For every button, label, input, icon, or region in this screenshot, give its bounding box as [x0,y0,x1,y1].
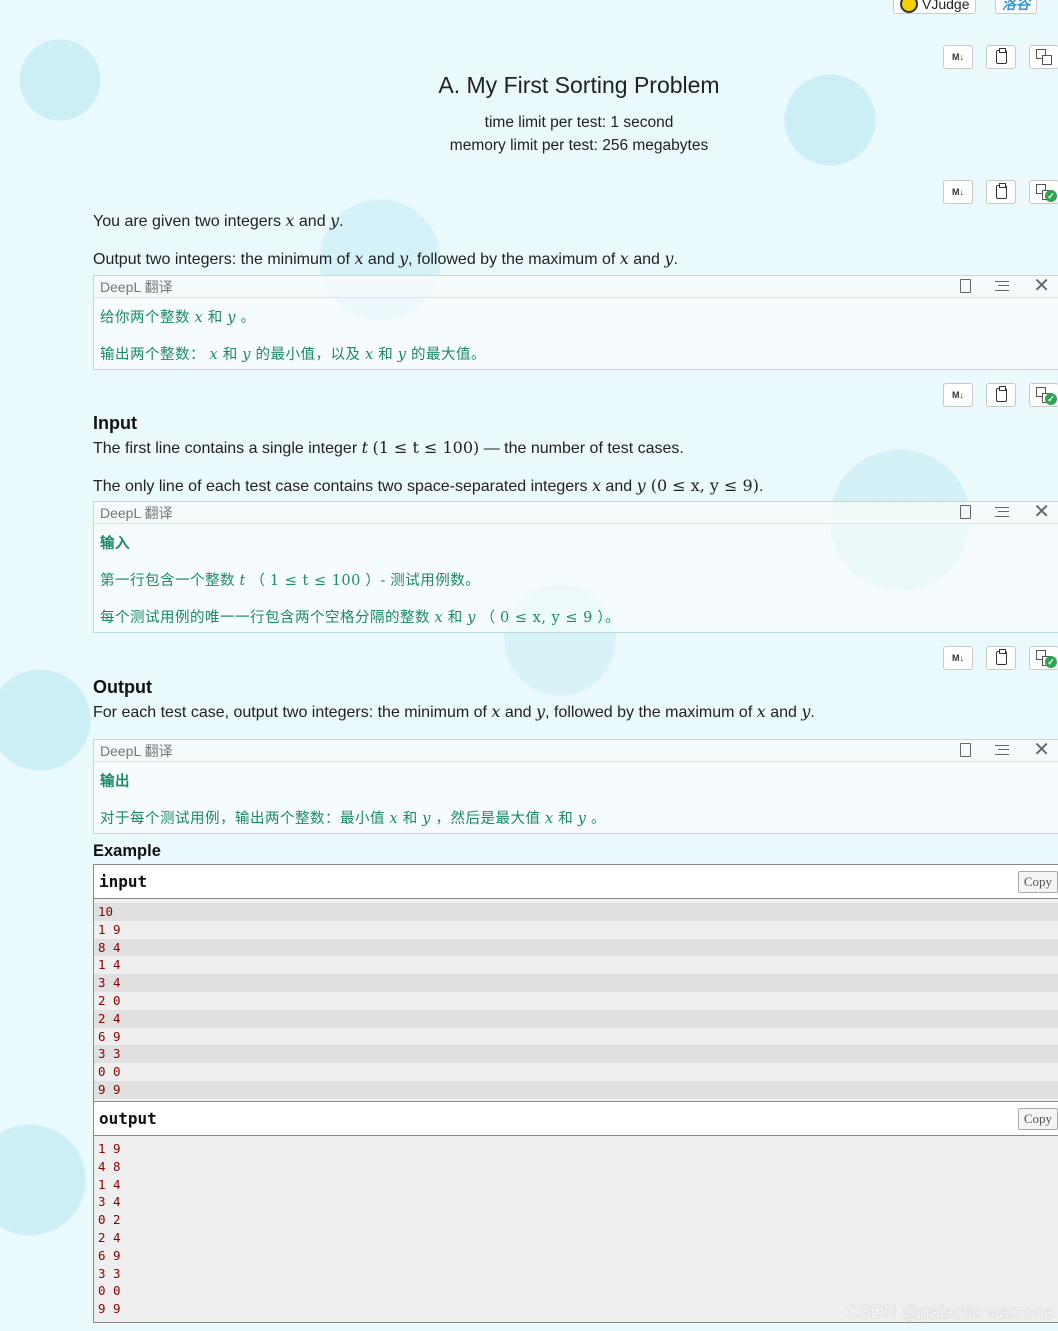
vjudge-label: VJudge [922,0,970,12]
watermark: CSDN @galactic warzone [845,1302,1054,1322]
time-limit: time limit per test: 1 second [484,114,674,131]
example-line: 3 4 [94,974,1058,992]
markdown-icon: M↓ [952,187,964,197]
example-input-header: input Copy [94,865,1058,899]
example-line: 10 [94,903,1058,921]
deepl-line: 第一行包含一个整数 t （ 1 ≤ t ≤ 100 ）- 测试用例数。 [100,573,481,589]
deepl-translation-box: DeepL 翻译 ✕ 输入 第一行包含一个整数 t （ 1 ≤ t ≤ 100 … [93,501,1058,633]
deepl-header: DeepL 翻译 ✕ [94,502,1058,524]
example-input-box: input Copy 10 1 98 41 43 42 02 46 93 30 0… [93,864,1058,1104]
translate-icon [1036,49,1052,65]
example-line: 1 4 [98,957,121,973]
example-line: 3 3 [94,1045,1058,1064]
copy-input-button[interactable]: Copy [1017,871,1058,893]
copy-translation-icon[interactable] [960,505,972,519]
deepl-translation-box: DeepL 翻译 ✕ 输出 对于每个测试用例，输出两个整数：最小值 x 和 y … [93,739,1058,834]
check-icon: ✓ [1045,190,1057,202]
deepl-line: 给你两个整数 x 和 y 。 [100,310,256,326]
statement-paragraph-2: Output two integers: the minimum of x an… [93,249,678,268]
vjudge-link[interactable]: VJudge [893,0,977,14]
example-line: 3 4 [98,1194,121,1210]
input-paragraph-1: The first line contains a single integer… [93,438,684,457]
copy-markdown-button[interactable]: M↓ [943,383,973,407]
example-input-content[interactable]: 10 1 98 41 43 42 02 46 93 30 09 9 [94,899,1058,1103]
example-output-header: output Copy [94,1102,1058,1136]
markdown-icon: M↓ [952,390,964,400]
input-label: input [99,872,148,891]
copy-markdown-button[interactable]: M↓ [943,180,973,204]
input-heading: Input [93,413,137,433]
clipboard-icon [995,183,1007,199]
translate-button[interactable] [1029,45,1058,69]
format-icon[interactable] [995,507,1010,517]
copy-markdown-button[interactable]: M↓ [943,45,973,69]
format-icon[interactable] [995,745,1010,755]
deepl-line: 输出 [100,774,130,790]
example-line: 0 0 [98,1283,121,1299]
deepl-line: 输入 [100,536,130,552]
copy-text-button[interactable] [986,383,1016,407]
smiley-icon [900,0,918,13]
example-line: 3 3 [98,1265,121,1281]
clipboard-icon [995,386,1007,402]
copy-translation-icon[interactable] [960,279,972,293]
deepl-line: 输出两个整数： x 和 y 的最小值，以及 x 和 y 的最大值。 [100,347,487,363]
example-line: 0 0 [98,1064,121,1080]
clipboard-icon [995,48,1007,64]
input-paragraph-2: The only line of each test case contains… [93,476,764,495]
deepl-header: DeepL 翻译 ✕ [94,276,1058,298]
markdown-icon: M↓ [952,52,964,62]
format-icon[interactable] [995,281,1010,291]
example-line: 6 9 [98,1028,121,1044]
close-icon[interactable]: ✕ [1033,740,1050,760]
check-icon: ✓ [1045,656,1057,668]
copy-markdown-button[interactable]: M↓ [943,646,973,670]
output-paragraph-1: For each test case, output two integers:… [93,702,815,721]
example-line: 1 4 [98,1176,121,1192]
copy-text-button[interactable] [986,646,1016,670]
copy-text-button[interactable] [986,45,1016,69]
copy-text-button[interactable] [986,180,1016,204]
example-line: 6 9 [98,1247,121,1263]
statement-paragraph-1: You are given two integers x and y. [93,211,344,230]
example-line: 2 0 [98,992,121,1008]
deepl-line: 对于每个测试用例，输出两个整数：最小值 x 和 y ，然后是最大值 x 和 y … [100,811,607,827]
example-line: 2 4 [94,1009,1058,1028]
example-title: Example [93,842,161,860]
example-line: 0 2 [98,1212,121,1228]
deepl-header: DeepL 翻译 ✕ [94,740,1058,762]
example-line: 2 4 [98,1229,121,1245]
example-line: 8 4 [94,938,1058,957]
example-line: 4 8 [98,1158,121,1174]
close-icon[interactable]: ✕ [1033,276,1050,296]
output-heading: Output [93,677,152,697]
translated-button[interactable]: ✓ [1029,180,1058,204]
deepl-line: 每个测试用例的唯一一行包含两个空格分隔的整数 x 和 y （ 0 ≤ x, y … [100,610,621,626]
example-output-content[interactable]: 1 94 81 43 40 22 46 93 30 09 9 [94,1136,1058,1322]
example-line: 1 9 [98,921,121,937]
translated-button[interactable]: ✓ [1029,646,1058,670]
close-icon[interactable]: ✕ [1033,502,1050,522]
example-line: 1 9 [98,1141,121,1156]
copy-output-button[interactable]: Copy [1017,1108,1058,1130]
translated-button[interactable]: ✓ [1029,383,1058,407]
deepl-label: DeepL 翻译 [100,279,173,295]
copy-translation-icon[interactable] [960,743,972,757]
deepl-label: DeepL 翻译 [100,505,173,521]
luogu-link[interactable]: 洛谷 [995,0,1037,14]
deepl-translation-box: DeepL 翻译 ✕ 给你两个整数 x 和 y 。 输出两个整数： x 和 y … [93,275,1058,370]
check-icon: ✓ [1045,393,1057,405]
output-label: output [99,1109,157,1128]
example-output-box: output Copy 1 94 81 43 40 22 46 93 30 09… [93,1101,1058,1323]
problem-title: A. My First Sorting Problem [438,72,720,98]
luogu-label: 洛谷 [1002,0,1030,12]
markdown-icon: M↓ [952,653,964,663]
example-line: 9 9 [94,1080,1058,1099]
memory-limit: memory limit per test: 256 megabytes [449,137,709,154]
clipboard-icon [995,649,1007,665]
deepl-label: DeepL 翻译 [100,743,173,759]
